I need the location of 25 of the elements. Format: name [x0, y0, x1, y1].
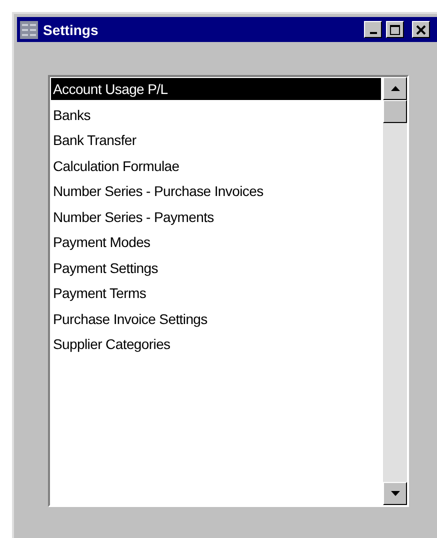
document-icon [20, 20, 38, 38]
list-item[interactable]: Number Series - Payments [51, 206, 381, 231]
scroll-down-button[interactable] [383, 482, 407, 505]
list-item[interactable]: Payment Settings [51, 256, 381, 282]
maximize-button[interactable] [386, 21, 404, 38]
minimize-button[interactable] [364, 21, 382, 38]
list-item[interactable]: Supplier Categories [51, 333, 381, 358]
list-item[interactable]: Purchase Invoice Settings [51, 308, 381, 333]
scroll-thumb[interactable] [383, 100, 407, 123]
down-arrow-icon [390, 491, 400, 496]
close-icon [416, 24, 426, 34]
list-item[interactable]: Bank Transfer [51, 129, 381, 154]
list-item[interactable]: Account Usage P/L [51, 78, 381, 100]
window-title: Settings [43, 22, 100, 38]
list-item[interactable]: Calculation Formulae [51, 154, 381, 180]
list-item[interactable]: Payment Terms [51, 282, 381, 308]
minimize-icon [370, 32, 376, 34]
list-item[interactable]: Banks [51, 104, 381, 129]
up-arrow-icon [390, 86, 400, 91]
scroll-up-button[interactable] [383, 77, 407, 100]
list-item[interactable]: Number Series - Purchase Invoices [51, 180, 381, 206]
list-item[interactable]: Payment Modes [51, 231, 381, 256]
close-button[interactable] [412, 21, 430, 38]
scrollbar[interactable] [383, 77, 407, 505]
maximize-icon [390, 24, 400, 34]
